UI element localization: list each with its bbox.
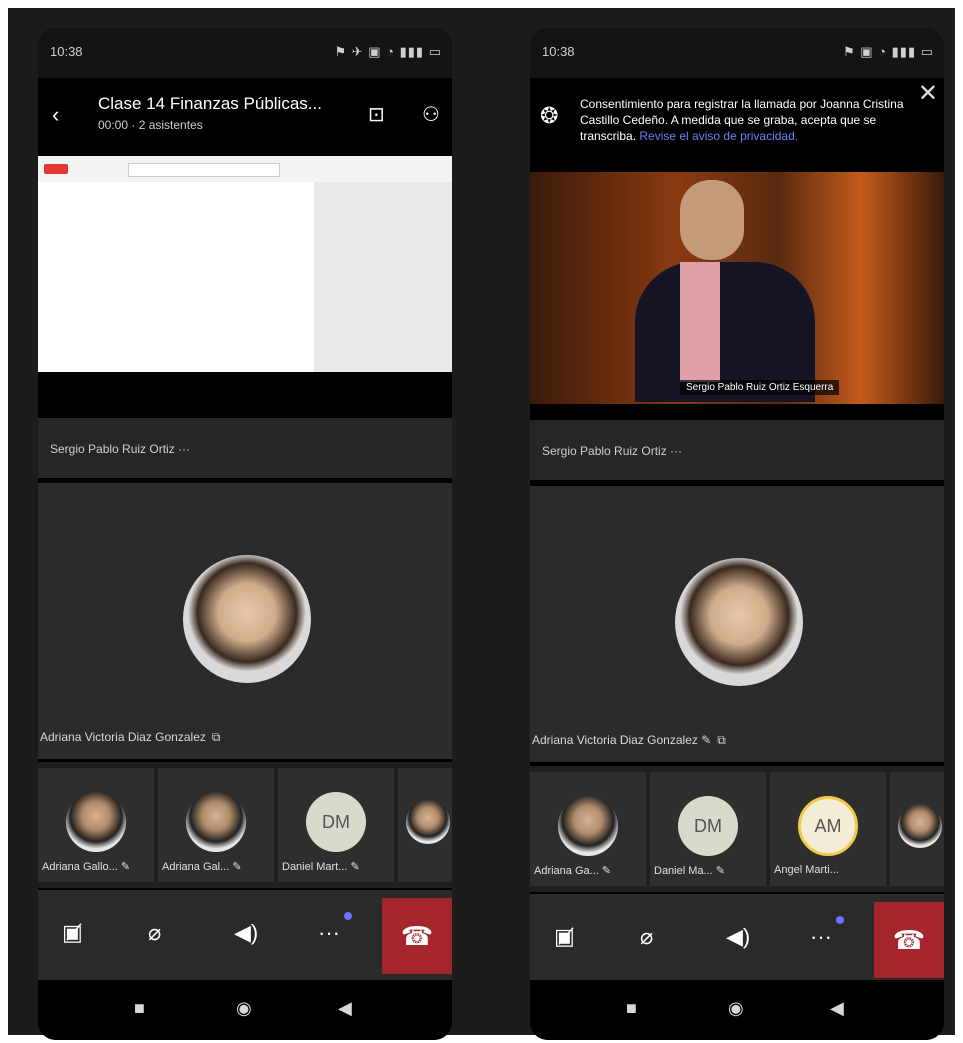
participant-thumb[interactable]	[398, 768, 452, 882]
camera-off-icon[interactable]: ▣̸	[62, 920, 83, 946]
status-bar: 10:38 ⚑ ✈ ▣ ◔ ▮▮▮ ▭	[38, 28, 452, 78]
participant-thumb[interactable]: AM Angel Marti...	[770, 772, 886, 886]
presenter-video: Sergio Pablo Ruiz Ortiz Esquerra	[530, 172, 944, 404]
presenter-name-bar: Sergio Pablo Ruiz Ortiz ···	[530, 420, 944, 480]
more-options-icon[interactable]: ···	[810, 924, 832, 950]
nav-back-icon[interactable]: ◀	[830, 998, 844, 1019]
presenter-name: Sergio Pablo Ruiz Ortiz ···	[542, 444, 683, 458]
mic-off-icon[interactable]: ⌀	[640, 924, 653, 950]
participant-thumb[interactable]: Adriana Gallo... ✎	[38, 768, 154, 882]
call-controls: ▣̸ ⌀ ◀) ··· ☎	[530, 894, 944, 986]
meeting-subtitle: 00:00 · 2 asistentes	[98, 118, 203, 132]
phone-hangup-icon: ☎	[892, 924, 926, 955]
android-nav-bar: ■ ◉ ◀	[38, 980, 452, 1040]
participant-thumb[interactable]: DM Daniel Ma... ✎	[650, 772, 766, 886]
participant-photo	[558, 796, 618, 856]
screenshot-collage: 10:38 ⚑ ✈ ▣ ◔ ▮▮▮ ▭ ‹ Clase 14 Finanzas …	[8, 8, 955, 1040]
recent-apps-icon[interactable]: ■	[134, 998, 145, 1019]
meeting-header: ‹ Clase 14 Finanzas Públicas... 00:00 · …	[38, 78, 452, 152]
shared-page-main	[38, 182, 314, 372]
youtube-logo-icon	[44, 164, 68, 174]
participant-name: Adriana Victoria Diaz Gonzalez	[40, 730, 206, 744]
pin-icon: ⧉	[717, 733, 726, 747]
phone-left: 10:38 ⚑ ✈ ▣ ◔ ▮▮▮ ▭ ‹ Clase 14 Finanzas …	[38, 28, 452, 1040]
participant-name-label: Adriana Victoria Diaz Gonzalez ⧉	[38, 730, 220, 745]
browser-toolbar	[38, 156, 452, 183]
video-caption: Sergio Pablo Ruiz Ortiz Esquerra	[680, 380, 840, 395]
participant-thumb-label: Adriana Gal... ✎	[162, 861, 242, 873]
participant-strip: Adriana Gallo... ✎ Adriana Gal... ✎ DM D…	[38, 762, 452, 888]
close-icon[interactable]: ✕	[918, 82, 938, 106]
participant-thumb-label: Adriana Ga... ✎	[534, 865, 612, 877]
speaker-icon[interactable]: ◀)	[234, 920, 258, 946]
participant-initials: DM	[306, 792, 366, 852]
pin-icon: ⧉	[211, 730, 221, 744]
speaker-icon[interactable]: ◀)	[726, 924, 750, 950]
hang-up-button[interactable]: ☎	[874, 902, 944, 978]
notification-dot	[836, 916, 844, 924]
notification-dot	[344, 912, 352, 920]
status-bar: 10:38 ⚑ ▣ ◔ ▮▮▮ ▭	[530, 28, 944, 78]
participant-name-label: Adriana Victoria Diaz Gonzalez ✎ ⧉	[530, 733, 726, 748]
meeting-title: Clase 14 Finanzas Públicas...	[98, 94, 322, 113]
home-icon[interactable]: ◉	[728, 998, 744, 1019]
status-time: 10:38	[50, 44, 83, 59]
camera-off-icon[interactable]: ▣̸	[554, 924, 575, 950]
participant-thumb[interactable]: Adriana Gal... ✎	[158, 768, 274, 882]
participant-avatar	[675, 558, 803, 686]
participant-thumb-label: Adriana Gallo... ✎	[42, 861, 131, 873]
participant-thumb[interactable]: DM Daniel Mart... ✎	[278, 768, 394, 882]
participants-icon[interactable]: ⚇	[422, 102, 440, 127]
main-participant-tile[interactable]: Adriana Victoria Diaz Gonzalez ✎ ⧉	[530, 486, 944, 762]
privacy-link[interactable]: Revise el aviso de privacidad.	[639, 129, 798, 143]
status-icons: ⚑ ▣ ◔ ▮▮▮ ▭	[843, 44, 934, 59]
participant-photo	[66, 792, 126, 852]
hang-up-button[interactable]: ☎	[382, 898, 452, 974]
consent-text: Consentimiento para registrar la llamada…	[580, 96, 910, 144]
call-controls: ▣̸ ⌀ ◀) ··· ☎	[38, 890, 452, 982]
recording-consent-banner: ❂ Consentimiento para registrar la llama…	[530, 78, 944, 170]
participant-initials: AM	[798, 796, 858, 856]
participant-thumb[interactable]	[890, 772, 944, 886]
presenter-shirt	[680, 262, 720, 382]
presenter-head	[680, 180, 744, 260]
shared-page-sidebar	[314, 182, 452, 372]
more-options-icon[interactable]: ···	[318, 920, 340, 946]
participant-name: Adriana Victoria Diaz Gonzalez ✎	[532, 733, 712, 747]
participant-thumb-label: Daniel Mart... ✎	[282, 861, 360, 873]
recording-icon: ❂	[540, 103, 559, 128]
participant-strip: Adriana Ga... ✎ DM Daniel Ma... ✎ AM Ang…	[530, 766, 944, 892]
back-arrow-icon[interactable]: ‹	[52, 102, 59, 128]
participant-initials: DM	[678, 796, 738, 856]
main-participant-tile[interactable]: Adriana Victoria Diaz Gonzalez ⧉	[38, 483, 452, 759]
recent-apps-icon[interactable]: ■	[626, 998, 637, 1019]
chat-icon[interactable]: ⊡	[368, 102, 385, 127]
phone-right: 10:38 ⚑ ▣ ◔ ▮▮▮ ▭ ❂ Consentimiento para …	[530, 28, 944, 1040]
participant-photo	[406, 800, 450, 844]
participant-thumb-label: Angel Marti...	[774, 864, 839, 876]
participant-photo	[898, 804, 942, 848]
shared-screen	[38, 156, 452, 372]
presenter-name-bar: Sergio Pablo Ruiz Ortiz ···	[38, 418, 452, 478]
phone-hangup-icon: ☎	[400, 920, 434, 951]
participant-avatar	[183, 555, 311, 683]
status-time: 10:38	[542, 44, 575, 59]
mic-off-icon[interactable]: ⌀	[148, 920, 161, 946]
presenter-name: Sergio Pablo Ruiz Ortiz ···	[50, 442, 191, 456]
nav-back-icon[interactable]: ◀	[338, 998, 352, 1019]
participant-photo	[186, 792, 246, 852]
browser-search-field	[128, 163, 280, 177]
android-nav-bar: ■ ◉ ◀	[530, 980, 944, 1040]
participant-thumb[interactable]: Adriana Ga... ✎	[530, 772, 646, 886]
status-icons: ⚑ ✈ ▣ ◔ ▮▮▮ ▭	[334, 44, 442, 59]
participant-thumb-label: Daniel Ma... ✎	[654, 865, 725, 877]
home-icon[interactable]: ◉	[236, 998, 252, 1019]
